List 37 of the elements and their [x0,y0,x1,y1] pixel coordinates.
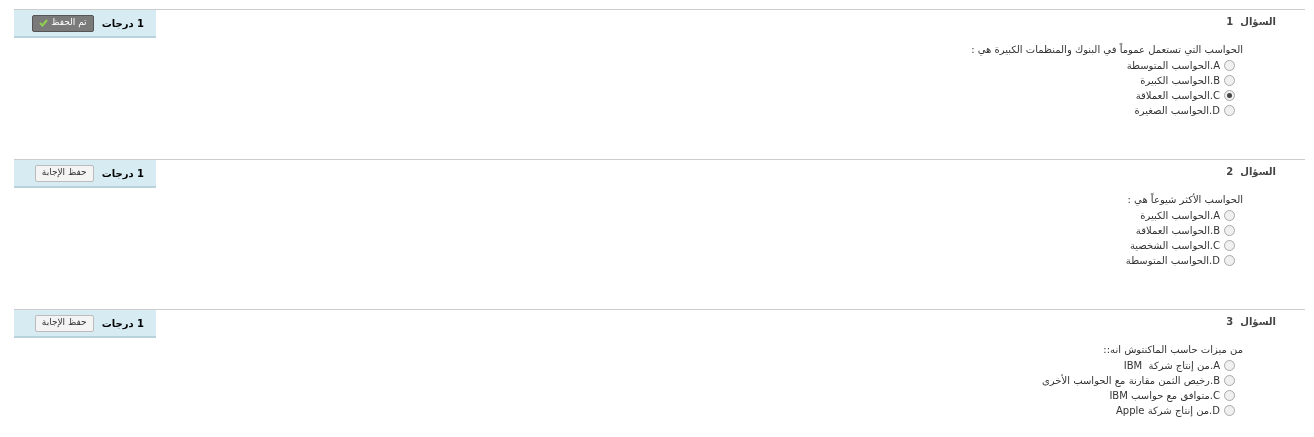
radio-button[interactable] [1224,375,1235,386]
option-label: B.رخيص الثمن مقارنة مع الحواسب الأخرى [1042,373,1220,388]
radio-button[interactable] [1224,225,1235,236]
option-label: A.من إنتاج شركة IBM [1123,359,1220,373]
option-label: B.الحواسب الكبيرة [1140,74,1220,88]
question-title: السؤال 1 [1226,15,1276,29]
points-label: 1 درجات [101,16,144,31]
radio-button[interactable] [1224,255,1235,266]
points-label: 1 درجات [101,166,144,181]
radio-button[interactable] [1224,60,1235,71]
option-label: D.الحواسب المتوسطة [1125,254,1220,268]
points-label: 1 درجات [101,316,144,331]
option-label: D.من إنتاج شركة Apple [1116,404,1220,418]
option-label: C.الحواسب العملاقة [1135,89,1220,103]
check-icon [39,19,49,27]
option-label: A.الحواسب الكبيرة [1140,209,1220,223]
radio-button[interactable] [1224,405,1235,416]
option-label: A.الحواسب المتوسطة [1126,59,1220,73]
radio-button[interactable] [1224,360,1235,371]
question-text: الحواسب التي تستعمل عموماً في البنوك والمنظمات الكبيرة هي : [971,43,1243,57]
radio-button[interactable] [1224,240,1235,251]
radio-button[interactable] [1224,390,1235,401]
save-answer-button[interactable]: حفظ الإجابة [34,314,94,332]
radio-button[interactable] [1224,75,1235,86]
save-answer-button[interactable]: حفظ الإجابة [34,164,94,182]
option-label: C.الحواسب الشخصية [1129,239,1220,253]
option-label: D.الحواسب الصغيرة [1134,104,1220,118]
question-text: من ميزات حاسب الماكنتوش انه:: [1103,343,1243,357]
radio-button[interactable] [1224,210,1235,221]
question-text: الحواسب الأكثر شيوعاً هي : [1127,193,1243,207]
question-title: السؤال 3 [1226,315,1276,329]
question-title: السؤال 2 [1226,165,1276,179]
option-label: C.متوافق مع حواسب IBM [1109,389,1220,403]
radio-button[interactable] [1224,90,1235,101]
radio-button[interactable] [1224,105,1235,116]
saved-button[interactable]: تم الحفظ [32,14,94,32]
option-label: B.الحواسب العملاقة [1135,224,1220,238]
